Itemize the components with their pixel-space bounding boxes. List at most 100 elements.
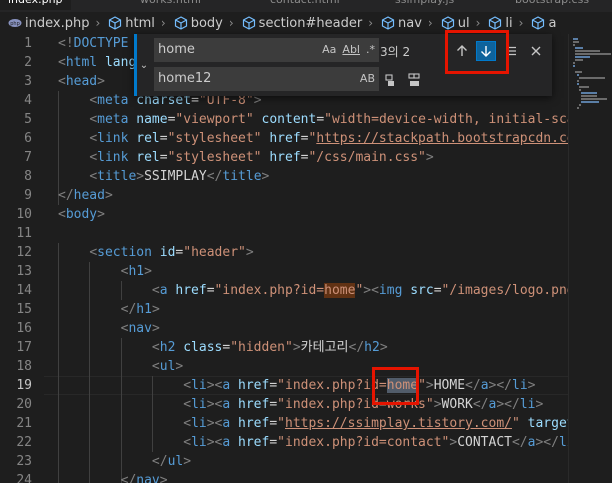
breadcrumb-li[interactable]: li (482, 15, 513, 31)
minimap-line (579, 104, 581, 106)
minimap-line (579, 77, 606, 79)
minimap[interactable] (568, 34, 612, 483)
minimap-line (581, 98, 607, 100)
code-line[interactable]: 14 <a href="index.php?id=home"><img src=… (0, 281, 568, 300)
tab-works[interactable]: works.html (140, 0, 201, 10)
code-text[interactable]: <meta name="viewport" content="width=dev… (58, 110, 568, 129)
line-number: 18 (16, 359, 32, 374)
breadcrumb-section[interactable]: section#header (236, 15, 363, 31)
chevron-right-icon: › (475, 16, 481, 30)
minimap-line (573, 38, 579, 40)
find-in-selection-button[interactable] (501, 41, 521, 61)
breadcrumb-nav[interactable]: nav (375, 16, 422, 31)
breadcrumb-ul[interactable]: ul (435, 16, 470, 31)
replace-all-icon (408, 73, 420, 86)
next-match-button[interactable] (476, 41, 496, 61)
code-line[interactable]: 8 <title>SSIMPLAY</title> (0, 167, 568, 186)
line-number: 1 (24, 36, 32, 51)
replace-input[interactable]: home12 AB (154, 67, 379, 91)
code-line[interactable]: 12 <section id="header"> (0, 243, 568, 262)
breadcrumb-html[interactable]: html (102, 16, 155, 31)
code-text[interactable]: <a href="index.php?id=home"><img src="/i… (58, 281, 568, 300)
whole-word-toggle[interactable]: Abl (342, 38, 360, 62)
line-number: 17 (16, 340, 32, 355)
line-number: 2 (24, 55, 32, 70)
minimap-line (581, 92, 597, 94)
code-text[interactable]: <ul> (58, 357, 183, 376)
code-text[interactable]: </h1> (58, 300, 160, 319)
line-number: 9 (24, 188, 32, 203)
code-text[interactable]: <link rel="stylesheet" href="/css/main.c… (58, 148, 433, 167)
tab-css[interactable]: bootstrap.css (515, 0, 589, 10)
code-text[interactable]: <li><a href="https://ssimplay.tistory.co… (58, 414, 568, 433)
breadcrumb-label: section#header (258, 15, 363, 31)
previous-match-button[interactable] (452, 41, 472, 61)
replace-icon (385, 74, 394, 86)
element-icon (531, 16, 545, 30)
php-file-icon: php (8, 16, 22, 30)
code-text[interactable]: <h1> (58, 262, 152, 281)
code-line[interactable]: 10 <body> (0, 205, 568, 224)
line-number: 21 (16, 416, 32, 431)
close-find-button[interactable] (526, 41, 546, 61)
breadcrumb-label: html (125, 15, 155, 31)
line-number: 16 (16, 321, 32, 336)
code-text[interactable]: <link rel="stylesheet" href="https://sta… (58, 129, 568, 148)
code-text[interactable]: </nav> (58, 471, 168, 483)
code-text[interactable]: <nav> (58, 319, 160, 338)
tab-index-php[interactable]: index.php (0, 0, 71, 10)
arrow-up-icon (457, 45, 467, 56)
code-line[interactable]: 19 <li><a href="index.php?id=home">HOME<… (0, 376, 568, 395)
breadcrumb-file[interactable]: php index.php (0, 16, 89, 31)
code-line[interactable]: 22 <li><a href="index.php?id=contact">CO… (0, 433, 568, 452)
element-icon (242, 16, 256, 30)
code-line[interactable]: 17 <h2 class="hidden">카테고리</h2> (0, 338, 568, 357)
code-line[interactable]: 5 <meta name="viewport" content="width=d… (0, 110, 568, 129)
code-text[interactable]: <section id="header"> (58, 243, 253, 262)
code-text[interactable]: <h2 class="hidden">카테고리</h2> (58, 338, 388, 357)
code-text[interactable]: <li><a href="index.php?id=works">WORK</a… (58, 395, 543, 414)
tab-js[interactable]: ssimplay.js (395, 0, 454, 10)
code-line[interactable]: 16 <nav> (0, 319, 568, 338)
regex-toggle[interactable]: .* (366, 38, 375, 62)
match-case-toggle[interactable]: Aa (322, 38, 336, 62)
code-line[interactable]: 23 </ul> (0, 452, 568, 471)
breadcrumb-a[interactable]: a (525, 16, 556, 31)
element-icon (174, 16, 188, 30)
code-text[interactable]: <li><a href="index.php?id=contact">CONTA… (58, 433, 568, 452)
code-line[interactable]: 15 </h1> (0, 300, 568, 319)
find-input[interactable]: home Aa Abl .* (154, 38, 379, 62)
code-text[interactable]: <head> (58, 72, 105, 91)
line-number: 7 (24, 150, 32, 165)
breadcrumb-body[interactable]: body (168, 16, 223, 31)
breadcrumb-label: li (505, 15, 513, 31)
chevron-right-icon: › (228, 16, 234, 30)
code-line[interactable]: 7 <link rel="stylesheet" href="/css/main… (0, 148, 568, 167)
replace-all-button[interactable] (404, 70, 424, 90)
code-line[interactable]: 13 <h1> (0, 262, 568, 281)
line-number: 8 (24, 169, 32, 184)
code-text[interactable]: </ul> (58, 452, 191, 471)
code-line[interactable]: 9 </head> (0, 186, 568, 205)
tab-contact[interactable]: contact.html (270, 0, 340, 10)
replace-one-button[interactable] (380, 70, 400, 90)
code-line[interactable]: 6 <link rel="stylesheet" href="https://s… (0, 129, 568, 148)
breadcrumb-file-label: index.php (25, 15, 90, 31)
code-text[interactable]: <li><a href="index.php?id=home">HOME</a>… (58, 376, 535, 395)
code-line[interactable]: 18 <ul> (0, 357, 568, 376)
code-text[interactable]: <title>SSIMPLAY</title> (58, 167, 269, 186)
code-text[interactable]: </head> (58, 186, 113, 205)
minimap-line (575, 71, 583, 73)
preserve-case-toggle[interactable]: AB (360, 67, 375, 91)
code-text[interactable]: <body> (58, 205, 105, 224)
match-count: 3의 2 (380, 45, 411, 59)
code-line[interactable]: 24 </nav> (0, 471, 568, 483)
code-line[interactable]: 20 <li><a href="index.php?id=works">WORK… (0, 395, 568, 414)
code-line[interactable]: 21 <li><a href="https://ssimplay.tistory… (0, 414, 568, 433)
toggle-replace-button[interactable]: ⌄ (134, 34, 151, 96)
line-number: 24 (16, 473, 32, 483)
minimap-line (575, 50, 600, 52)
line-number: 19 (16, 378, 32, 393)
code-line[interactable]: 11 (0, 224, 568, 243)
code-editor[interactable]: 1<!DOCTYPE html>2<html lang="ko">3<head>… (0, 34, 568, 483)
